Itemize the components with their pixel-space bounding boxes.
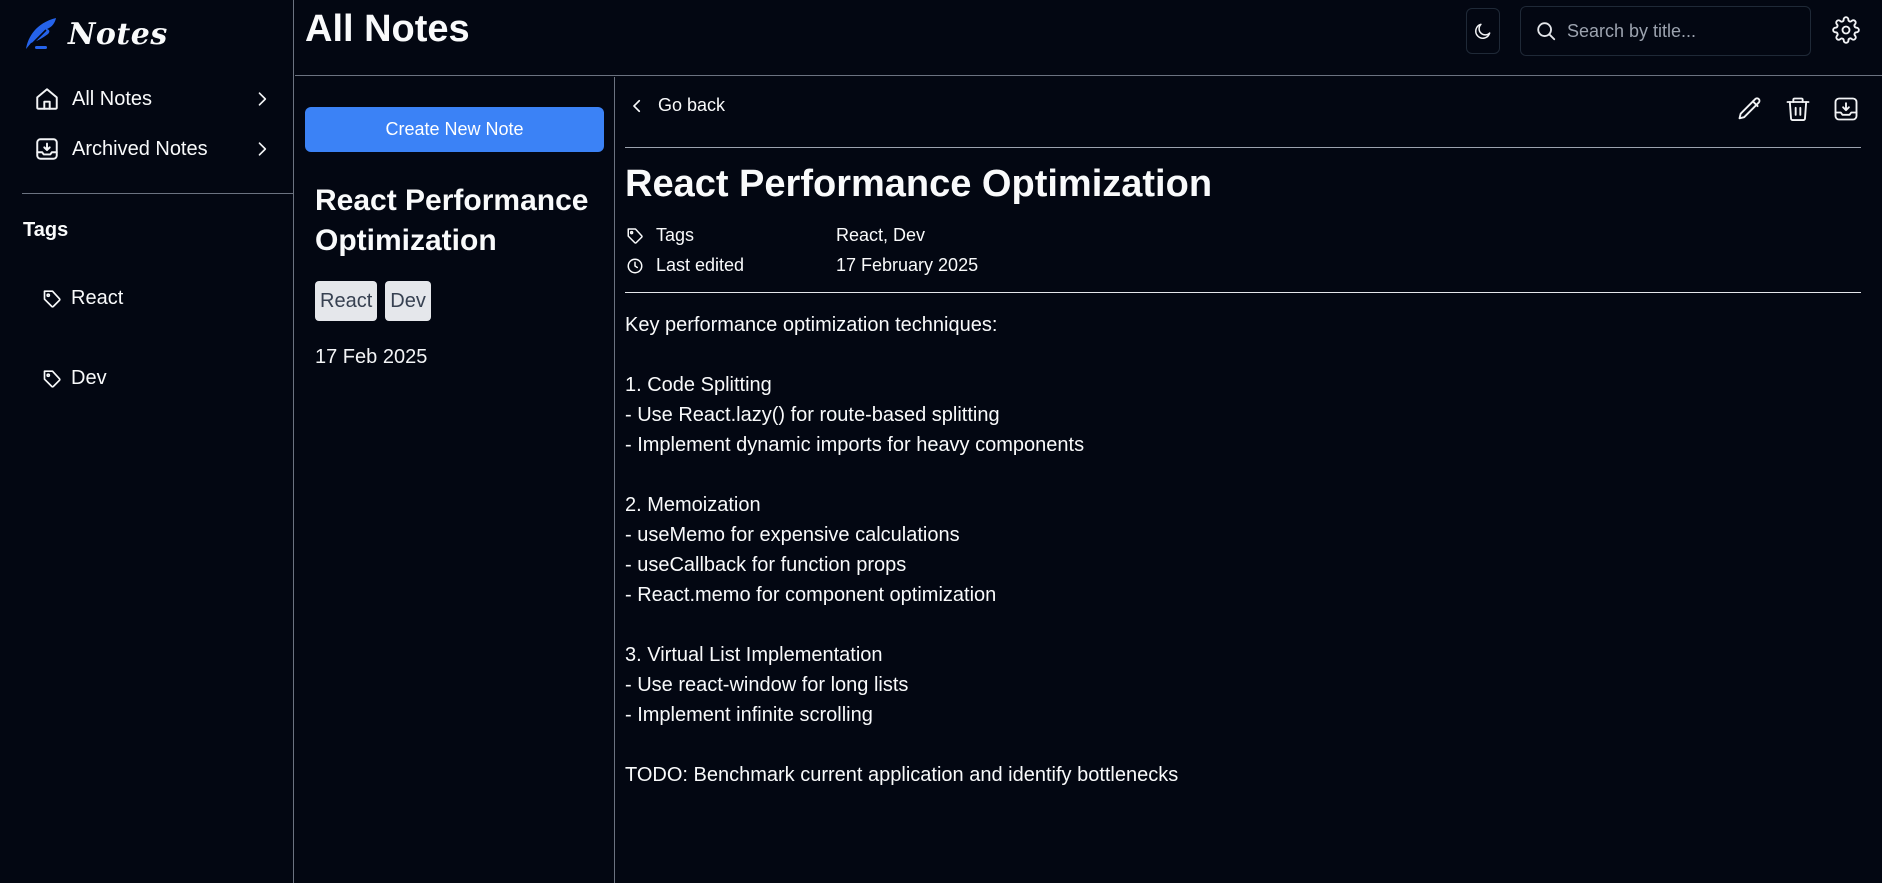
note-card-title: React Performance Optimization xyxy=(315,184,589,257)
tag-chip: React xyxy=(315,281,378,321)
note-card[interactable]: React Performance Optimization React Dev… xyxy=(315,181,605,369)
sidebar-divider xyxy=(22,193,294,194)
note-body: Key performance optimization techniques:… xyxy=(625,314,1179,786)
tags-heading: Tags xyxy=(23,219,69,241)
sidebar-tag-react[interactable]: React xyxy=(42,287,123,310)
meta-tags-label: Tags xyxy=(656,225,695,245)
note-detail: Go back React Performance Optimization T… xyxy=(616,77,1882,883)
note-card-tags: React Dev xyxy=(315,281,605,321)
chevron-left-icon xyxy=(628,97,646,115)
trash-icon xyxy=(1784,95,1812,123)
theme-toggle-button[interactable] xyxy=(1466,8,1500,54)
sidebar-item-all-notes[interactable]: All Notes xyxy=(22,74,284,124)
gear-icon xyxy=(1832,16,1860,44)
archive-icon xyxy=(1832,95,1860,123)
moon-icon xyxy=(1473,21,1493,41)
search-box xyxy=(1520,6,1811,56)
sidebar-item-label: All Notes xyxy=(72,87,153,110)
sidebar-item-label: Archived Notes xyxy=(72,137,208,160)
tag-label: React xyxy=(71,287,124,309)
tag-icon xyxy=(42,289,62,309)
create-note-button[interactable]: Create New Note xyxy=(305,107,604,152)
meta-edited-row: Last edited 17 February 2025 xyxy=(626,255,978,276)
note-list: Create New Note React Performance Optimi… xyxy=(295,77,615,883)
sidebar-item-archived-notes[interactable]: Archived Notes xyxy=(22,124,284,174)
chevron-right-icon xyxy=(252,89,272,109)
note-title: React Performance Optimization xyxy=(625,163,1213,205)
note-card-date: 17 Feb 2025 xyxy=(315,346,428,368)
pencil-icon xyxy=(1736,95,1764,123)
sidebar: Notes All Notes Archived Notes Tags Reac… xyxy=(0,0,294,883)
go-back-button[interactable]: Go back xyxy=(628,95,725,116)
detail-divider-top xyxy=(625,147,1861,148)
sidebar-nav: All Notes Archived Notes xyxy=(22,74,284,174)
go-back-label: Go back xyxy=(658,95,726,115)
page-title: All Notes xyxy=(305,8,470,50)
archive-icon xyxy=(34,136,60,162)
chevron-right-icon xyxy=(252,139,272,159)
tag-icon xyxy=(626,227,656,245)
detail-divider-bottom xyxy=(625,292,1861,293)
home-icon xyxy=(34,86,60,112)
settings-button[interactable] xyxy=(1832,16,1860,44)
feather-icon xyxy=(22,15,60,53)
search-icon xyxy=(1535,20,1557,42)
edit-button[interactable] xyxy=(1736,95,1764,123)
archive-button[interactable] xyxy=(1832,95,1860,123)
search-input[interactable] xyxy=(1567,20,1797,42)
delete-button[interactable] xyxy=(1784,95,1812,123)
meta-tags-value: React, Dev xyxy=(836,225,926,245)
tag-chip: Dev xyxy=(385,281,431,321)
note-actions xyxy=(1736,95,1860,123)
notes-app: Notes All Notes Archived Notes Tags Reac… xyxy=(0,0,1882,883)
top-header: All Notes xyxy=(295,0,1882,76)
meta-edited-label: Last edited xyxy=(656,255,745,275)
app-logo[interactable]: Notes xyxy=(22,14,168,54)
meta-edited-value: 17 February 2025 xyxy=(836,255,979,275)
sidebar-tag-dev[interactable]: Dev xyxy=(42,367,107,390)
meta-tags-row: Tags React, Dev xyxy=(626,225,925,246)
app-name: Notes xyxy=(68,16,168,52)
clock-icon xyxy=(626,257,656,275)
tag-icon xyxy=(42,369,62,389)
tag-label: Dev xyxy=(71,367,107,389)
